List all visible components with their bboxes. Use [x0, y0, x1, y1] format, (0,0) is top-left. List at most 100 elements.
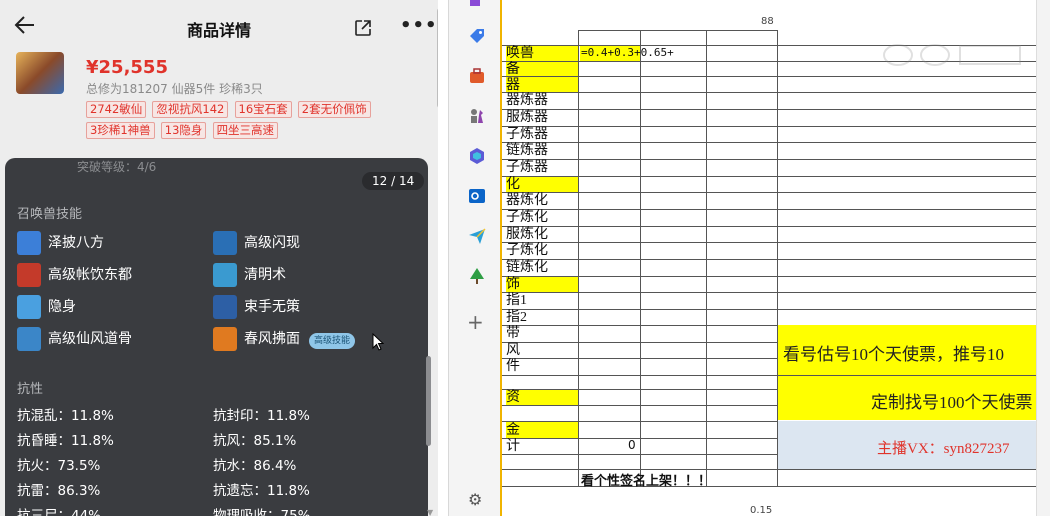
row-label: 风	[506, 343, 520, 358]
row-label: 子炼化	[506, 243, 548, 258]
row-label: 子炼器	[506, 160, 548, 175]
briefcase-icon[interactable]	[468, 67, 486, 85]
row-label: 备	[506, 62, 520, 77]
gear-icon[interactable]: ⚙	[468, 490, 482, 509]
avatar[interactable]	[16, 52, 64, 94]
add-icon[interactable]: +	[467, 310, 484, 334]
send-icon[interactable]	[468, 227, 486, 245]
watermark-logo-icon	[883, 44, 1021, 66]
bottom-note: 看个性签名上架！！！	[581, 474, 712, 489]
bottom-value: 0.15	[750, 505, 773, 516]
resistance-stat: 抗雷：86.3%	[17, 483, 101, 499]
header-value: 88	[761, 16, 774, 27]
resistance-stat: 抗火：73.5%	[17, 458, 101, 474]
ad-banner-custom: 定制找号100个天使票	[778, 376, 1036, 420]
sheet-scrollbar[interactable]	[426, 356, 431, 446]
row-label: 子炼器	[506, 127, 548, 142]
skill-name: 春风拂面	[244, 331, 300, 347]
skill-name: 泽披八方	[48, 235, 104, 251]
chess-icon[interactable]	[468, 107, 486, 125]
row-label: 服炼化	[506, 227, 548, 242]
row-label: 金	[506, 423, 520, 438]
tag[interactable]: 忽视抗风142	[152, 101, 229, 118]
skill-name: 高级闪现	[244, 235, 300, 251]
resistance-stat: 抗水：86.4%	[213, 458, 297, 474]
browser-sidebar: + ⚙	[448, 0, 501, 516]
resistance-section-title: 抗性	[17, 382, 44, 397]
share-icon	[355, 20, 371, 36]
tag[interactable]: 3珍稀1神兽	[86, 122, 155, 139]
row-label: 资	[506, 390, 520, 405]
vertical-scrollbar[interactable]	[1036, 0, 1050, 516]
tag[interactable]: 2742敏仙	[86, 101, 147, 118]
page-title: 商品详情	[186, 21, 251, 40]
skill-name: 清明术	[244, 267, 286, 283]
row-label: 指1	[506, 293, 527, 308]
ad-text: 主播VX：syn827237	[877, 441, 1010, 457]
page-counter: 12 / 14	[362, 172, 425, 190]
row-label: 链炼器	[506, 143, 548, 158]
skills-section-title: 召唤兽技能	[17, 207, 83, 222]
skill-name: 高级仙风道骨	[48, 331, 132, 347]
resistance-stat: 抗混乱：11.8%	[17, 408, 114, 424]
skill-name: 隐身	[48, 299, 76, 315]
advanced-skill-badge: 高级技能	[309, 333, 355, 349]
skill-name: 束手无策	[244, 299, 300, 315]
share-button[interactable]	[354, 19, 372, 37]
ad-banner-appraisal: 看号估号10个天使票，推号10	[778, 325, 1036, 375]
scroll-down-icon[interactable]: ▼	[427, 508, 433, 516]
ad-banner-contact: 主播VX：syn827237	[778, 421, 1036, 469]
skill-icon	[213, 263, 237, 287]
total-value: 0	[628, 438, 636, 452]
resistance-stat: 抗遗忘：11.8%	[213, 483, 310, 499]
row-label: 件	[506, 359, 520, 374]
skill-icon	[213, 327, 237, 351]
tag[interactable]: 13隐身	[160, 122, 207, 139]
row-label: 唤兽	[506, 46, 534, 61]
row-label: 化	[506, 177, 520, 192]
more-options-button[interactable]: •••	[400, 15, 438, 36]
tag-icon[interactable]	[468, 27, 486, 45]
phone-header: 商品详情 •••	[0, 0, 438, 54]
price: ¥25,555	[86, 57, 168, 78]
resistance-stat: 抗昏睡：11.8%	[17, 433, 114, 449]
tag[interactable]: 16宝石套	[234, 101, 292, 118]
tag-list: 2742敏仙 忽视抗风142 16宝石套 2套无价佩饰 3珍稀1神兽 13隐身 …	[86, 101, 406, 143]
breakthrough-level: 突破等级：4/6	[77, 160, 157, 174]
skill-icon	[17, 295, 41, 319]
pet-detail-sheet: 突破等级：4/6 12 / 14 召唤兽技能 泽披八方 高级闪现 高级帐饮东都 …	[5, 158, 433, 516]
phone-panel: 商品详情 ••• ¥25,555 总修为181207 仙器5件 珍稀3只 274…	[0, 0, 438, 516]
skill-icon	[213, 231, 237, 255]
skill-name: 高级帐饮东都	[48, 267, 132, 283]
row-label: 器炼器	[506, 93, 548, 108]
more-icon: •••	[400, 15, 438, 36]
outlook-icon[interactable]	[468, 187, 486, 205]
row-label: 链炼化	[506, 260, 548, 275]
ad-text: 看号估号10个天使票，推号10	[783, 345, 1004, 364]
skill-icon	[213, 295, 237, 319]
skill-icon	[17, 231, 41, 255]
resistance-stat: 物理吸收：75%	[213, 508, 311, 516]
tree-icon[interactable]	[468, 267, 486, 285]
tag[interactable]: 四坐三高速	[212, 122, 279, 139]
row-label: 指2	[506, 310, 527, 325]
resistance-stat: 抗风：85.1%	[213, 433, 297, 449]
mouse-cursor-icon	[372, 333, 384, 351]
skill-icon	[17, 327, 41, 351]
row-label: 器炼化	[506, 193, 548, 208]
resistance-stat: 抗封印：11.8%	[213, 408, 310, 424]
copilot-icon[interactable]	[468, 147, 486, 165]
tag[interactable]: 2套无价佩饰	[297, 101, 371, 118]
row-label: 计	[506, 439, 520, 454]
item-summary: 总修为181207 仙器5件 珍稀3只	[86, 82, 263, 96]
formula-cell[interactable]: =0.4+0.3+0.65+	[581, 46, 674, 59]
spreadsheet[interactable]: 唤兽 备 器 器炼器 服炼器 子炼器 链炼器 子炼器 化 器炼化 子炼化 服炼化…	[500, 0, 1050, 516]
sidebar-top-marker	[470, 0, 480, 6]
skill-icon	[17, 263, 41, 287]
row-label: 服炼器	[506, 110, 548, 125]
ad-text: 定制找号100个天使票	[871, 393, 1033, 412]
resistance-stat: 抗三尸：44%	[17, 508, 102, 516]
row-label: 子炼化	[506, 210, 548, 225]
row-label: 饰	[506, 277, 520, 292]
phone-scrollbar[interactable]	[437, 8, 438, 108]
